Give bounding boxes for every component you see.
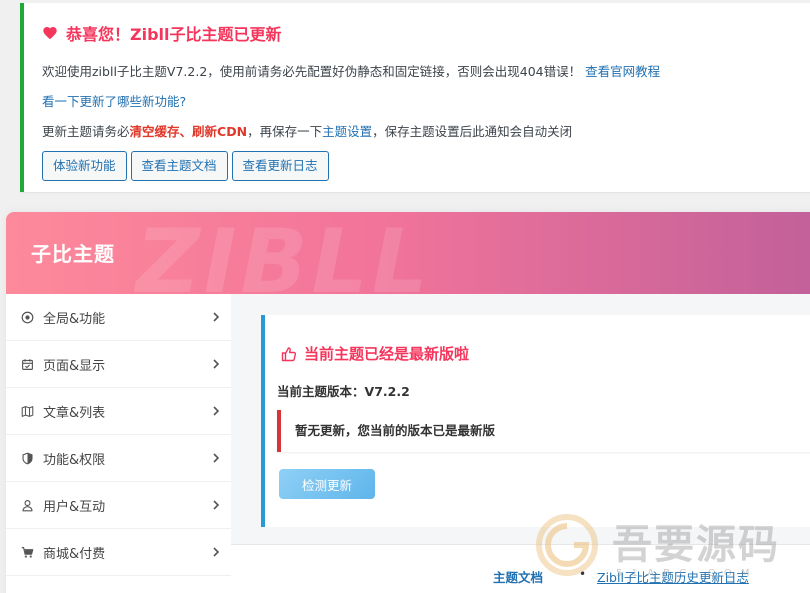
dot-circle-icon	[20, 310, 34, 324]
theme-options-panel: ZIBLL 子比主题 全局&功能 页面&显示 文章&列表 功能&权限 用户&互动	[6, 212, 810, 593]
official-tutorial-link[interactable]: 查看官网教程	[585, 64, 660, 79]
notice-cache-mid: ，再保存一下	[247, 124, 323, 139]
heart-icon	[43, 27, 57, 40]
notice-separator: 、	[179, 124, 193, 139]
notice-title-text: 恭喜您！Zibll子比主题已更新	[66, 25, 282, 44]
clear-cache-highlight: 清空缓存	[129, 124, 180, 139]
sidebar-item-posts[interactable]: 文章&列表	[6, 388, 231, 435]
current-version-label: 当前主题版本：	[277, 384, 365, 399]
options-sidebar: 全局&功能 页面&显示 文章&列表 功能&权限 用户&互动 商城&付费	[6, 294, 231, 593]
user-icon	[20, 498, 34, 512]
update-content: 当前主题已经是最新版啦 当前主题版本：V7.2.2 暂无更新，您当前的版本已是最…	[231, 294, 810, 593]
view-theme-docs-button[interactable]: 查看主题文档	[130, 151, 228, 181]
notice-cache-text: 更新主题请务必清空缓存、刷新CDN，再保存一下主题设置，保存主题设置后此通知会自…	[42, 121, 572, 140]
sidebar-item-label: 页面&显示	[43, 358, 106, 374]
cart-icon	[20, 545, 34, 559]
sidebar-item-label: 功能&权限	[43, 452, 106, 468]
panel-header: ZIBLL 子比主题	[6, 212, 810, 294]
update-status-card: 当前主题已经是最新版啦 当前主题版本：V7.2.2 暂无更新，您当前的版本已是最…	[261, 315, 810, 527]
theme-settings-link[interactable]: 主题设置	[322, 124, 372, 139]
calendar-icon	[20, 357, 34, 371]
chevron-right-icon	[213, 406, 220, 416]
chevron-right-icon	[213, 547, 220, 557]
current-version: 当前主题版本：V7.2.2	[277, 381, 410, 400]
sidebar-item-global[interactable]: 全局&功能	[6, 294, 231, 341]
chevron-right-icon	[213, 312, 220, 322]
current-version-value: V7.2.2	[364, 384, 410, 399]
notice-title: 恭喜您！Zibll子比主题已更新	[42, 21, 282, 45]
view-changelog-button[interactable]: 查看更新日志	[231, 151, 329, 181]
shield-icon	[20, 451, 34, 465]
sidebar-item-label: 文章&列表	[43, 405, 106, 421]
notice-welcome-message: 欢迎使用zibll子比主题V7.2.2，使用前请务必先配置好伪静态和固定链接，否…	[42, 64, 582, 79]
update-status-title: 当前主题已经是最新版啦	[281, 343, 469, 364]
refresh-cdn-highlight: 刷新CDN	[192, 124, 248, 139]
chevron-right-icon	[213, 500, 220, 510]
theme-docs-link[interactable]: 主题文档	[493, 567, 543, 586]
sidebar-item-label: 全局&功能	[43, 311, 106, 327]
update-history-link[interactable]: Zibll子比主题历史更新日志	[597, 567, 749, 586]
sidebar-item-permissions[interactable]: 功能&权限	[6, 435, 231, 482]
header-watermark: ZIBLL	[136, 212, 432, 294]
sidebar-item-shop[interactable]: 商城&付费	[6, 529, 231, 576]
notice-cache-suffix: ，保存主题设置后此通知会自动关闭	[372, 124, 573, 139]
brand-title: 子比主题	[31, 242, 115, 266]
update-status-title-text: 当前主题已经是最新版啦	[304, 345, 470, 363]
map-icon	[20, 404, 34, 418]
try-new-features-button[interactable]: 体验新功能	[42, 151, 127, 181]
whats-new-link[interactable]: 看一下更新了哪些新功能?	[42, 91, 186, 110]
notice-welcome-text: 欢迎使用zibll子比主题V7.2.2，使用前请务必先配置好伪静态和固定链接，否…	[42, 61, 660, 80]
sidebar-item-page[interactable]: 页面&显示	[6, 341, 231, 388]
chevron-right-icon	[213, 359, 220, 369]
chevron-right-icon	[213, 453, 220, 463]
content-footer: 主题文档 • Zibll子比主题历史更新日志	[231, 545, 810, 593]
check-update-button[interactable]: 检测更新	[279, 469, 375, 499]
list-bullet: •	[579, 567, 587, 581]
notice-cache-prefix: 更新主题请务必	[42, 124, 130, 139]
update-notice: 恭喜您！Zibll子比主题已更新 欢迎使用zibll子比主题V7.2.2，使用前…	[20, 3, 810, 192]
sidebar-item-label: 商城&付费	[43, 546, 106, 562]
notice-buttons: 体验新功能 查看主题文档 查看更新日志	[42, 151, 329, 181]
sidebar-item-label: 用户&互动	[43, 499, 106, 515]
thumbs-up-icon	[281, 346, 297, 361]
sidebar-item-users[interactable]: 用户&互动	[6, 482, 231, 529]
no-update-alert: 暂无更新，您当前的版本已是最新版	[277, 410, 810, 452]
